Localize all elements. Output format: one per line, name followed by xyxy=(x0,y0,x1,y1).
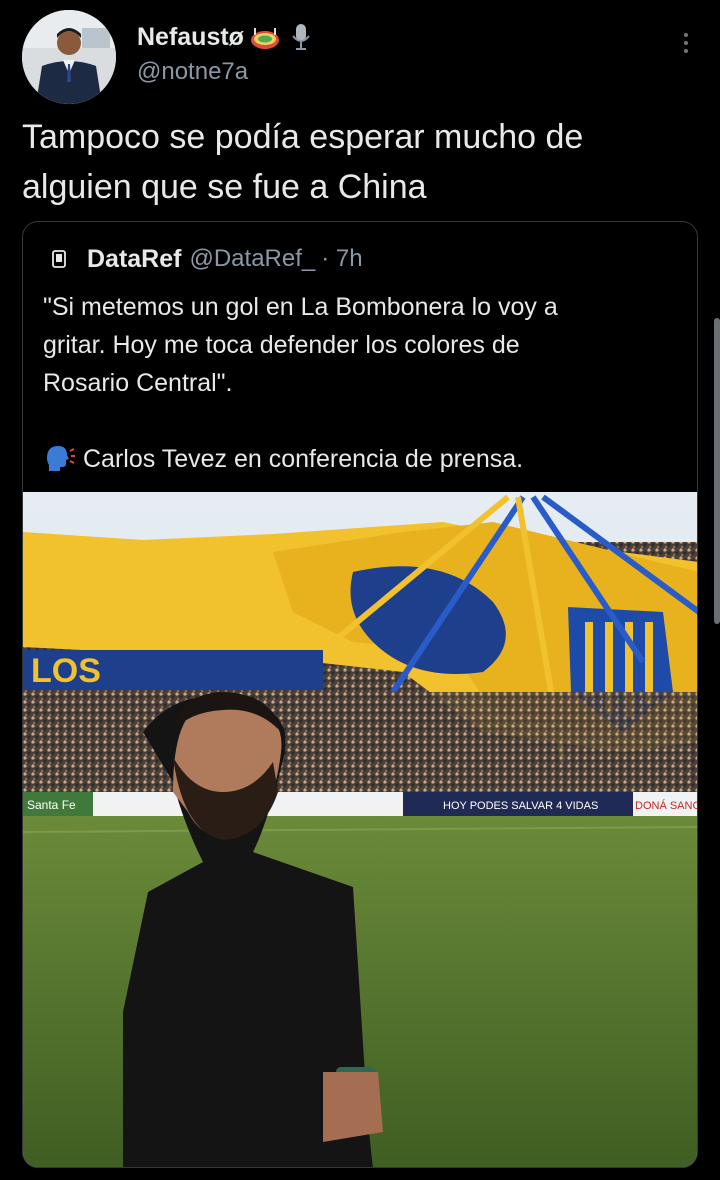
ad-text-left: Santa Fe xyxy=(27,798,76,812)
avatar[interactable] xyxy=(22,10,116,104)
tweet-header: Nefaustø @notne7a xyxy=(22,10,698,110)
stadium-emoji-icon xyxy=(250,22,280,52)
quoted-attribution: Carlos Tevez en conferencia de prensa. xyxy=(83,445,524,473)
quoted-header: DataRef @DataRef_ · 7h xyxy=(47,242,363,276)
scrollbar[interactable] xyxy=(714,318,720,624)
speaking-head-icon xyxy=(43,444,75,472)
quoted-avatar-icon[interactable] xyxy=(47,247,71,271)
quoted-text-line: Rosario Central". xyxy=(43,369,233,397)
tweet-text-line: Tampoco se podía esperar mucho de xyxy=(22,118,584,156)
quoted-text-line: gritar. Hoy me toca defender los colores… xyxy=(43,331,520,359)
quoted-tweet[interactable]: DataRef @DataRef_ · 7h "Si metemos un go… xyxy=(22,221,698,1168)
quoted-text: "Si metemos un gol en La Bombonera lo vo… xyxy=(43,288,683,478)
more-icon[interactable] xyxy=(674,28,698,58)
ad-text: HOY PODES SALVAR 4 VIDAS xyxy=(443,800,598,812)
quoted-text-line: "Si metemos un gol en La Bombonera lo vo… xyxy=(43,293,558,321)
microphone-emoji-icon xyxy=(286,22,316,52)
ad-text-right: DONÁ SANG xyxy=(635,799,698,812)
tweet-text: Tampoco se podía esperar mucho de alguie… xyxy=(22,112,702,212)
handle[interactable]: @notne7a xyxy=(137,58,316,86)
quoted-photo[interactable]: LOS Santa Fe HOY PODES SALVAR 4 VIDAS DO… xyxy=(23,492,698,1167)
quoted-handle[interactable]: @DataRef_ xyxy=(189,245,315,273)
display-name[interactable]: Nefaustø xyxy=(137,23,244,52)
tweet-text-line: alguien que se fue a China xyxy=(22,168,427,206)
quoted-time: · 7h xyxy=(321,245,363,272)
quoted-name[interactable]: DataRef xyxy=(87,245,181,274)
banner-text: LOS xyxy=(31,652,101,690)
